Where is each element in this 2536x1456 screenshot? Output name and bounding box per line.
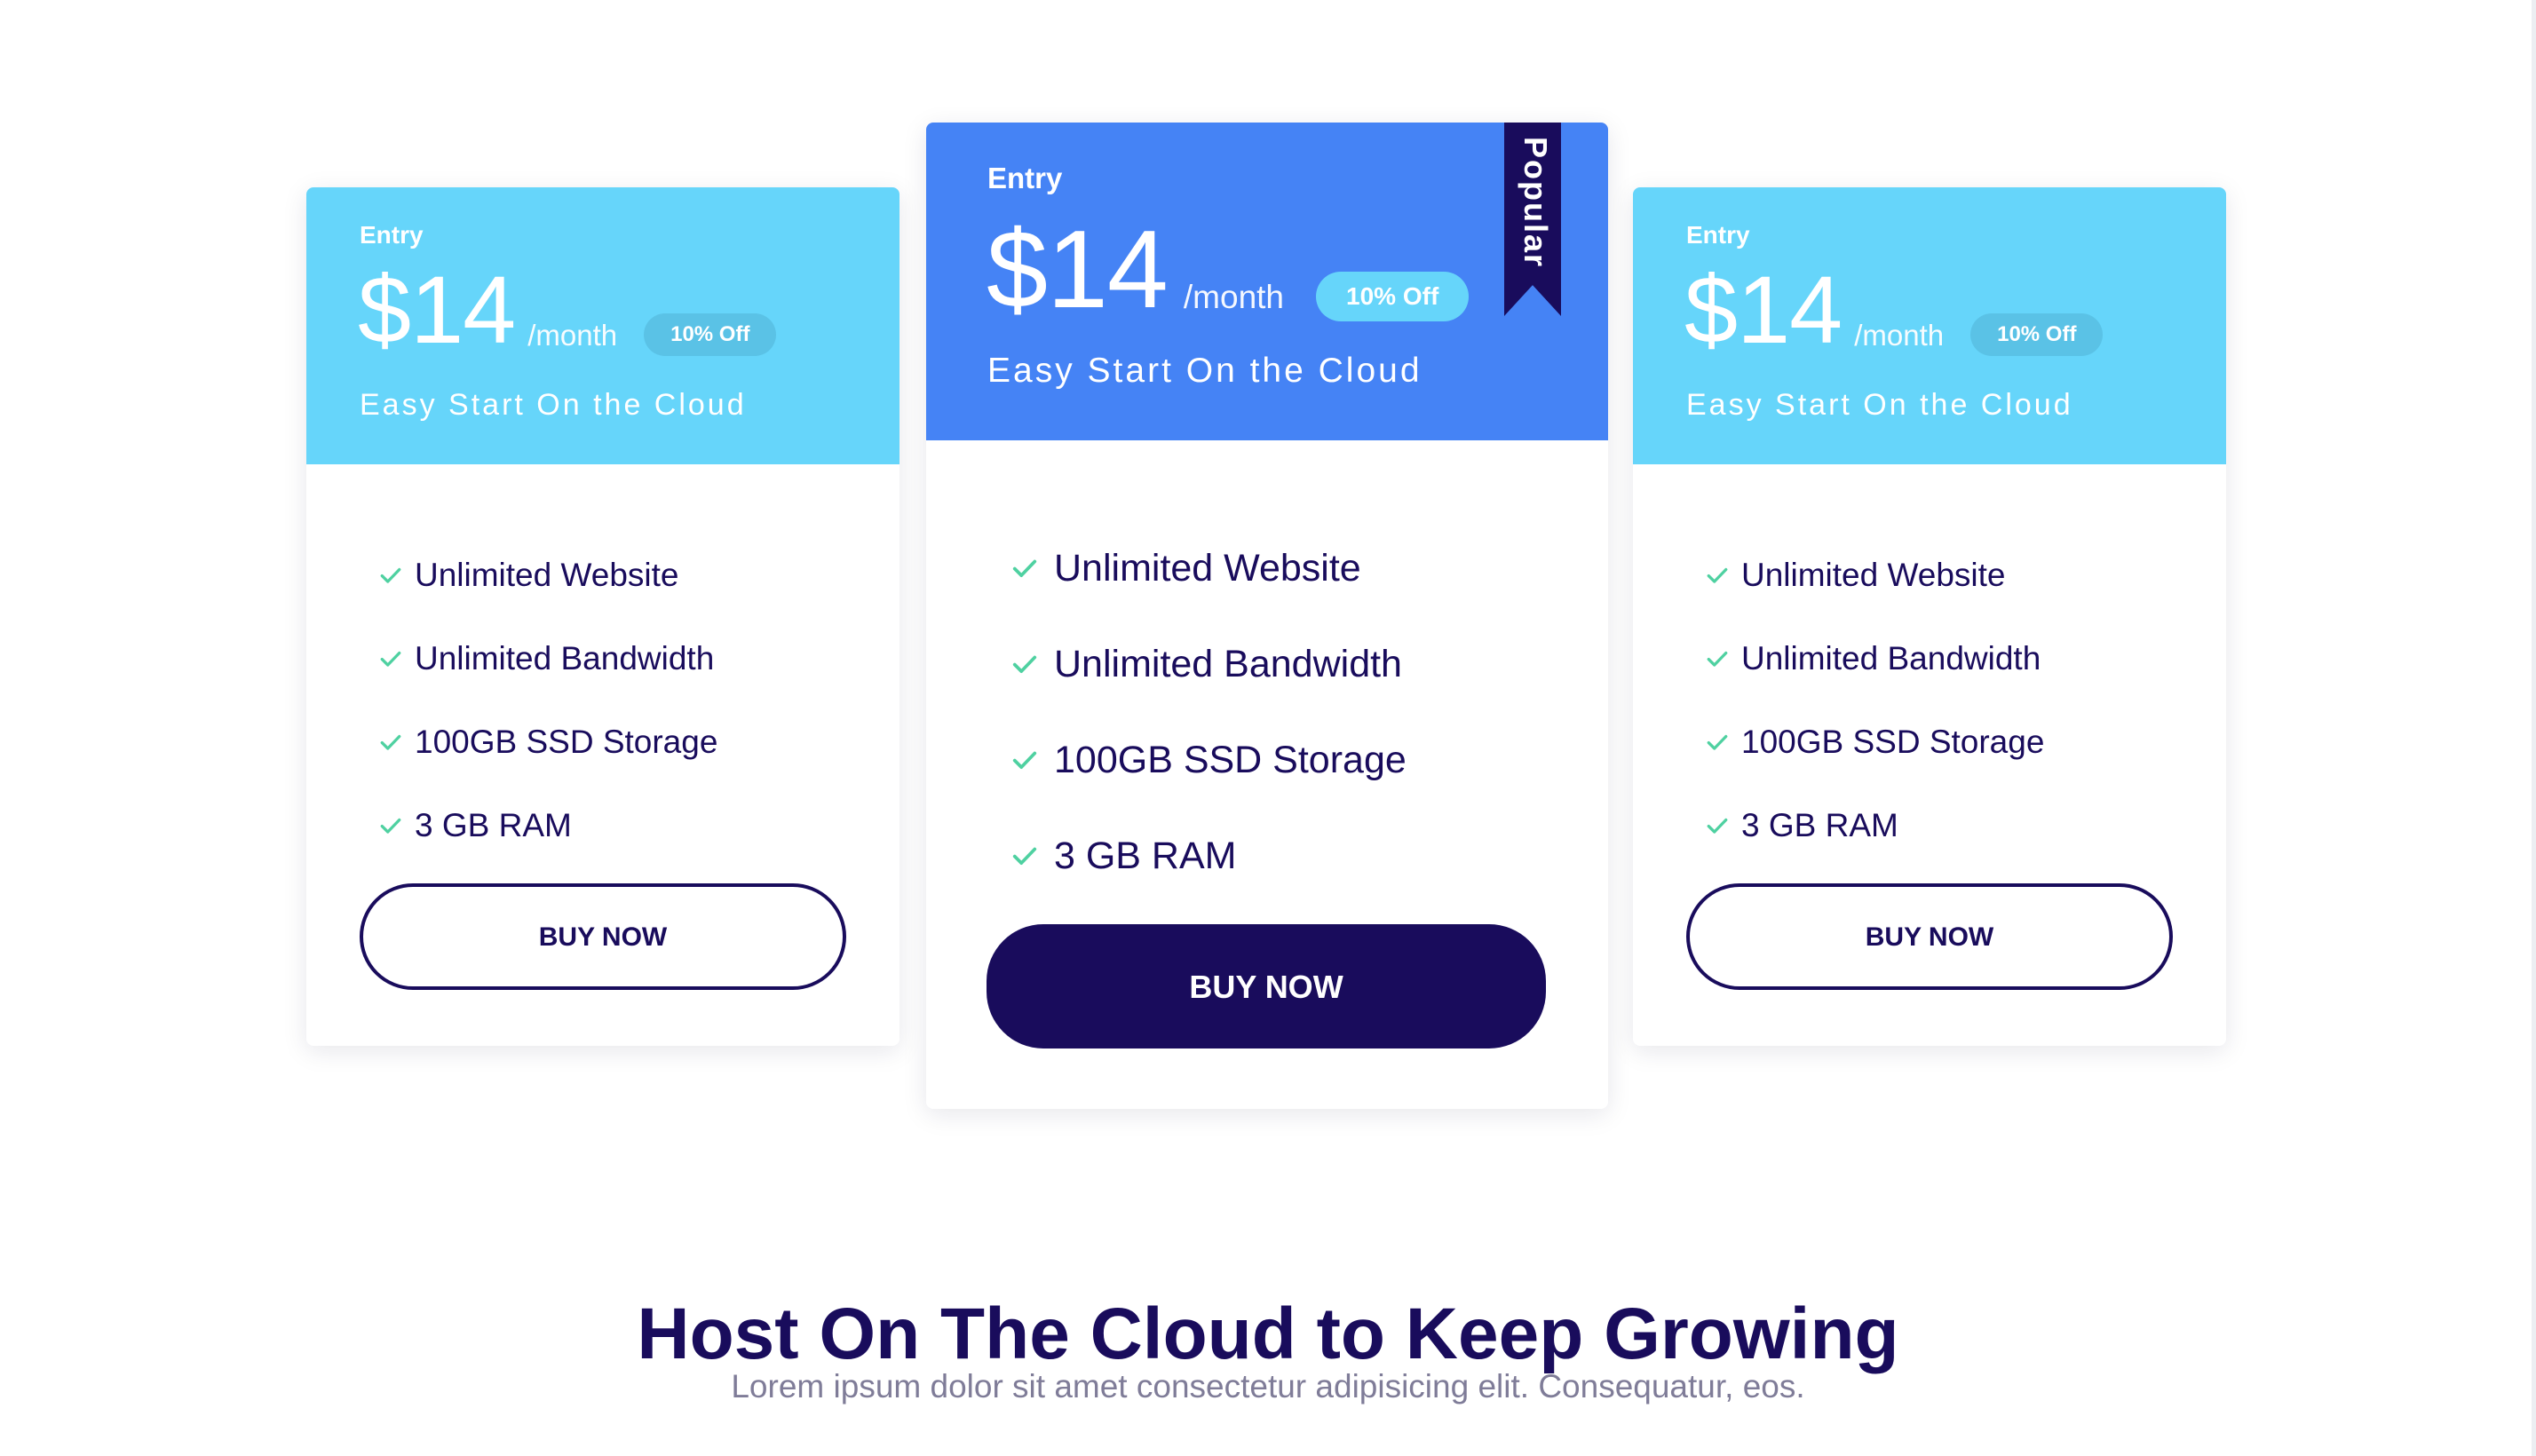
plan-tagline: Easy Start On the Cloud	[987, 352, 1423, 390]
pricing-card-header: Entry $14 /month 10% Off Easy Start On t…	[926, 123, 1608, 440]
check-icon	[1011, 747, 1038, 773]
feature-label: 3 GB RAM	[1741, 807, 1898, 843]
feature-item: Unlimited Website	[1011, 520, 1407, 616]
feature-item: Unlimited Website	[379, 534, 717, 617]
plan-price: $14	[987, 209, 1169, 331]
feature-label: 3 GB RAM	[1054, 834, 1237, 877]
plan-tagline: Easy Start On the Cloud	[1686, 388, 2073, 422]
popular-ribbon-label: Popular	[1518, 137, 1554, 269]
plan-price: $14	[1684, 256, 1843, 363]
plan-tier: Entry	[360, 221, 424, 249]
plan-price: $14	[358, 256, 516, 363]
feature-label: Unlimited Bandwidth	[415, 640, 715, 677]
check-icon	[379, 814, 402, 837]
feature-item: Unlimited Bandwidth	[1706, 617, 2044, 700]
popular-ribbon: Popular	[1504, 123, 1561, 316]
feature-label: Unlimited Bandwidth	[1741, 640, 2041, 677]
check-icon	[379, 731, 402, 754]
page-right-border	[2532, 0, 2536, 1456]
feature-item: Unlimited Website	[1706, 534, 2044, 617]
plan-period: /month	[1854, 319, 1945, 352]
discount-badge: 10% Off	[644, 313, 777, 356]
feature-item: 3 GB RAM	[379, 784, 717, 867]
feature-item: Unlimited Bandwidth	[379, 617, 717, 700]
check-icon	[1011, 651, 1038, 677]
discount-badge: 10% Off	[1316, 272, 1470, 321]
feature-list: Unlimited Website Unlimited Bandwidth 10…	[379, 534, 717, 867]
buy-now-button[interactable]: BUY NOW	[360, 883, 846, 990]
check-icon	[1011, 555, 1038, 582]
feature-item: 3 GB RAM	[1706, 784, 2044, 867]
pricing-card-entry-left: Entry $14 /month 10% Off Easy Start On t…	[306, 187, 899, 1046]
feature-item: 100GB SSD Storage	[1011, 712, 1407, 808]
feature-item: 3 GB RAM	[1011, 808, 1407, 904]
section-subtitle: Lorem ipsum dolor sit amet consectetur a…	[731, 1368, 1805, 1405]
feature-label: Unlimited Website	[1054, 546, 1361, 590]
check-icon	[1706, 647, 1729, 670]
feature-item: 100GB SSD Storage	[1706, 700, 2044, 784]
check-icon	[1706, 814, 1729, 837]
feature-label: Unlimited Website	[1741, 557, 2006, 593]
feature-label: Unlimited Bandwidth	[1054, 642, 1402, 685]
check-icon	[1011, 843, 1038, 869]
plan-tagline: Easy Start On the Cloud	[360, 388, 747, 422]
price-row: $14 /month 10% Off	[987, 209, 1470, 331]
feature-label: 100GB SSD Storage	[415, 724, 718, 760]
buy-now-button[interactable]: BUY NOW	[1686, 883, 2173, 990]
plan-tier: Entry	[1686, 221, 1750, 249]
price-row: $14 /month 10% Off	[1684, 256, 2104, 363]
feature-list: Unlimited Website Unlimited Bandwidth 10…	[1011, 520, 1407, 904]
feature-item: 100GB SSD Storage	[379, 700, 717, 784]
check-icon	[1706, 564, 1729, 587]
plan-period: /month	[527, 319, 618, 352]
feature-label: 3 GB RAM	[415, 807, 572, 843]
section-title: Host On The Cloud to Keep Growing	[637, 1294, 1899, 1375]
discount-badge: 10% Off	[1970, 313, 2104, 356]
feature-label: 100GB SSD Storage	[1741, 724, 2045, 760]
feature-label: 100GB SSD Storage	[1054, 738, 1407, 781]
pricing-card-header: Entry $14 /month 10% Off Easy Start On t…	[1633, 187, 2226, 464]
pricing-card-entry-right: Entry $14 /month 10% Off Easy Start On t…	[1633, 187, 2226, 1046]
check-icon	[379, 647, 402, 670]
feature-label: Unlimited Website	[415, 557, 679, 593]
buy-now-button[interactable]: BUY NOW	[987, 924, 1546, 1048]
price-row: $14 /month 10% Off	[358, 256, 777, 363]
feature-item: Unlimited Bandwidth	[1011, 616, 1407, 712]
feature-list: Unlimited Website Unlimited Bandwidth 10…	[1706, 534, 2044, 867]
pricing-card-header: Entry $14 /month 10% Off Easy Start On t…	[306, 187, 899, 464]
plan-period: /month	[1183, 279, 1285, 315]
check-icon	[379, 564, 402, 587]
plan-tier: Entry	[987, 162, 1063, 194]
check-icon	[1706, 731, 1729, 754]
pricing-card-entry-popular: Entry $14 /month 10% Off Easy Start On t…	[926, 123, 1608, 1109]
